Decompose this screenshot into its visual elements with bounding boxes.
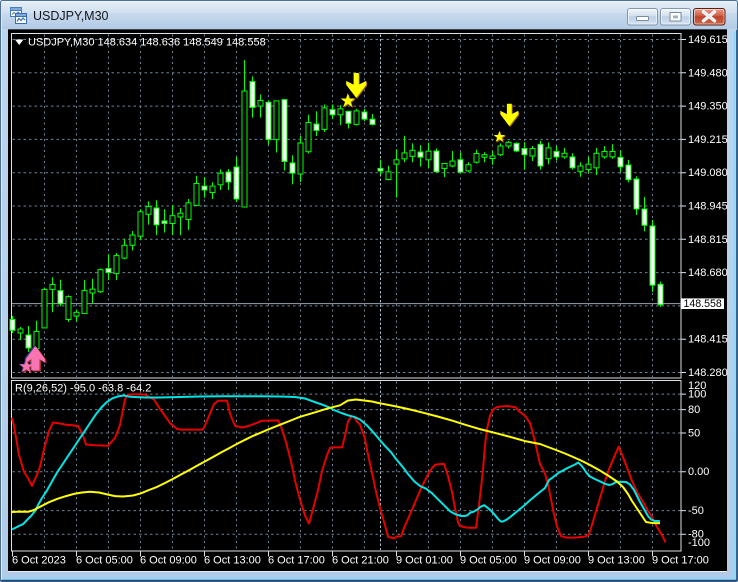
- svg-text:6 Oct 21:00: 6 Oct 21:00: [332, 555, 389, 567]
- svg-text:9 Oct 09:00: 9 Oct 09:00: [524, 555, 581, 567]
- svg-text:6 Oct 09:00: 6 Oct 09:00: [140, 555, 197, 567]
- svg-text:149.215: 149.215: [688, 134, 728, 146]
- svg-text:148.415: 148.415: [688, 334, 728, 346]
- svg-text:149.080: 149.080: [688, 167, 728, 179]
- svg-text:6 Oct 2023: 6 Oct 2023: [12, 555, 66, 567]
- svg-text:148.815: 148.815: [688, 234, 728, 246]
- svg-text:R(9,26,52) -95.0 -63.8 -64.2: R(9,26,52) -95.0 -63.8 -64.2: [15, 383, 151, 395]
- svg-text:-50: -50: [688, 505, 704, 517]
- svg-text:0.00: 0.00: [688, 466, 709, 478]
- svg-text:80: 80: [688, 404, 700, 416]
- svg-text:6 Oct 05:00: 6 Oct 05:00: [76, 555, 133, 567]
- svg-text:148.558: 148.558: [684, 298, 722, 310]
- svg-text:100: 100: [688, 388, 706, 400]
- svg-text:50: 50: [688, 427, 700, 439]
- svg-text:6 Oct 13:00: 6 Oct 13:00: [204, 555, 261, 567]
- svg-text:149.350: 149.350: [688, 101, 728, 113]
- svg-text:149.615: 149.615: [688, 34, 728, 46]
- svg-text:148.280: 148.280: [688, 367, 728, 379]
- svg-text:148.680: 148.680: [688, 267, 728, 279]
- svg-text:9 Oct 13:00: 9 Oct 13:00: [588, 555, 645, 567]
- svg-text:149.480: 149.480: [688, 67, 728, 79]
- svg-text:USDJPY,M30 148.634 148.636 148: USDJPY,M30 148.634 148.636 148.549 148.5…: [28, 37, 266, 49]
- svg-text:9 Oct 05:00: 9 Oct 05:00: [460, 555, 517, 567]
- svg-text:-100: -100: [688, 537, 710, 549]
- svg-text:9 Oct 01:00: 9 Oct 01:00: [396, 555, 453, 567]
- svg-text:148.945: 148.945: [688, 201, 728, 213]
- svg-text:USDJPY,M30: USDJPY,M30: [33, 9, 109, 23]
- svg-text:6 Oct 17:00: 6 Oct 17:00: [268, 555, 325, 567]
- svg-text:9 Oct 17:00: 9 Oct 17:00: [652, 555, 709, 567]
